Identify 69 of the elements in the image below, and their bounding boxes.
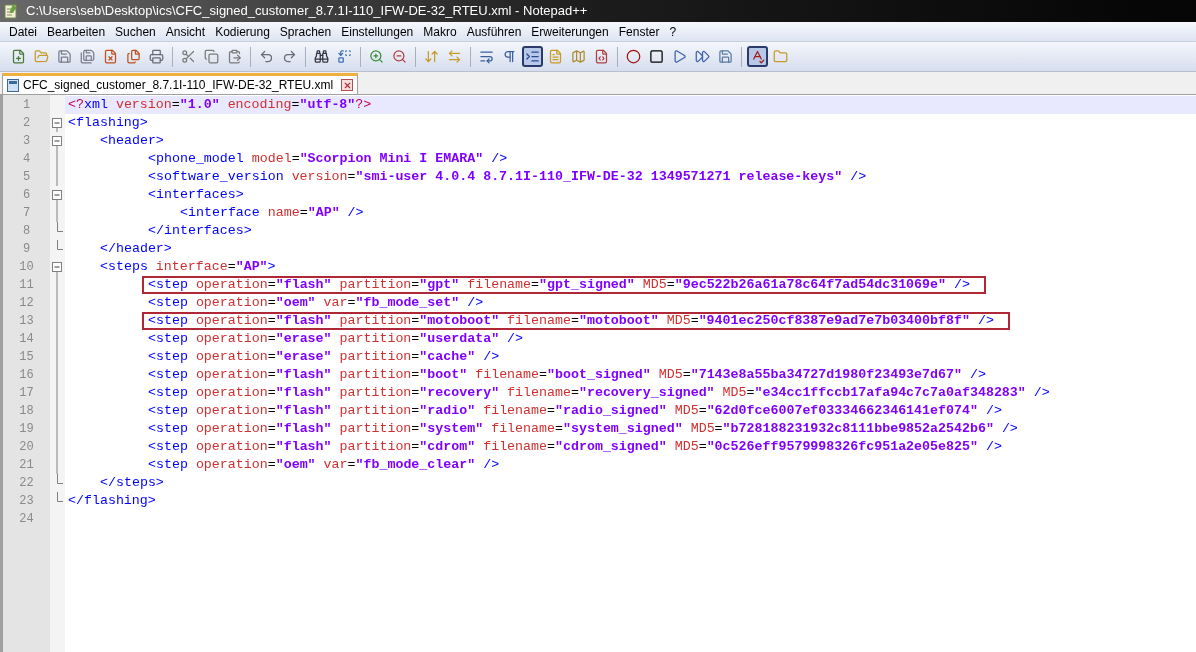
code-line: <interfaces> <box>147 186 245 204</box>
code-line: <step operation="flash" partition="boot" filename="boot_signed" MD5="7143e8a55ba34727d1980f23493e7d67" /> <box>147 366 987 384</box>
menu-item[interactable]: ? <box>664 22 682 41</box>
fold-end-line <box>56 240 63 250</box>
line-number: 20 <box>19 439 34 456</box>
menu-item[interactable]: Fenster <box>613 22 665 41</box>
close-icon[interactable] <box>341 79 354 91</box>
code-line: <step operation="erase" partition="cache" /> <box>147 348 501 366</box>
menu-item[interactable]: Kodierung <box>210 22 275 41</box>
code-line: <steps interface="AP"> <box>99 258 277 276</box>
menu-item[interactable]: Sprachen <box>274 22 337 41</box>
menu-item[interactable]: Makro <box>418 22 462 41</box>
notepad-icon <box>4 3 18 19</box>
line-number: 3 <box>22 133 31 150</box>
code-line: <step operation="oem" var="fb_mode_clear" /> <box>147 456 501 474</box>
line-number: 11 <box>19 277 34 294</box>
line-number: 8 <box>22 223 31 240</box>
code-line: <step operation="flash" partition="radio" filename="radio_signed" MD5="62d0fce6007ef03334662346141ef074" /> <box>147 402 1003 420</box>
code-line: </steps> <box>99 474 165 492</box>
menu-item[interactable]: Erweiterungen <box>526 22 614 41</box>
file-tab[interactable]: CFC_signed_customer_8.7.1I-110_IFW-DE-32_RTEU.xml <box>2 73 359 94</box>
menu-item[interactable]: Ansicht <box>160 22 211 41</box>
line-number: 1 <box>22 97 31 114</box>
code-line: <?xml version="1.0" encoding="utf-8"?> <box>67 96 373 114</box>
code-line: <step operation="flash" partition="recovery" filename="recovery_signed" MD5="e34cc1ffccb17afa94c7c7a0af348283" /> <box>147 384 1051 402</box>
fold-end-line <box>56 492 63 502</box>
line-number: 9 <box>22 241 31 258</box>
menu-item[interactable]: Bearbeiten <box>42 22 111 41</box>
line-number: 22 <box>19 475 34 492</box>
menu-item[interactable]: Datei <box>4 22 42 41</box>
code-line: <software_version version="smi-user 4.0.4 8.7.1I-110_IFW-DE-32 1349571271 release-keys" /> <box>147 168 868 186</box>
line-number: 18 <box>19 403 34 420</box>
window-title: C:\Users\seb\Desktop\ics\CFC_signed_customer_8.7.1I-110_IFW-DE-32_RTEU.xml - Notepad++ <box>26 2 588 21</box>
line-number: 17 <box>19 385 34 402</box>
code-line: <step operation="flash" partition="system" filename="system_signed" MD5="b728188231932c8111bbe9852a2542b6" /> <box>147 420 1019 438</box>
line-number: 19 <box>19 421 34 438</box>
line-number: 24 <box>19 511 34 528</box>
code-line: <step operation="flash" partition="cdrom" filename="cdrom_signed" MD5="0c526eff9579998326fc951a2e05e825" /> <box>147 438 1003 456</box>
line-number: 2 <box>22 115 31 132</box>
line-number: 23 <box>19 493 34 510</box>
code-line: <step operation="oem" var="fb_mode_set" /> <box>147 294 485 312</box>
line-number: 4 <box>22 151 31 168</box>
code-line: </header> <box>99 240 173 258</box>
code-line: <flashing> <box>67 114 149 132</box>
spellcheck-icon[interactable] <box>747 46 768 67</box>
indent-icon[interactable] <box>522 46 543 67</box>
code-line: <step operation="erase" partition="userdata" /> <box>147 330 525 348</box>
line-number: 14 <box>19 331 34 348</box>
code-line: <phone_model model="Scorpion Mini I EMARA" /> <box>147 150 509 168</box>
line-number: 12 <box>19 295 34 312</box>
line-number: 6 <box>22 187 31 204</box>
line-number: 15 <box>19 349 34 366</box>
menu-item[interactable]: Ausführen <box>461 22 527 41</box>
code-line: </interfaces> <box>147 222 253 240</box>
line-number: 10 <box>19 259 34 276</box>
line-number: 5 <box>22 169 31 186</box>
line-number: 7 <box>22 205 31 222</box>
menu-item[interactable]: Suchen <box>110 22 161 41</box>
line-number: 21 <box>19 457 34 474</box>
line-number: 16 <box>19 367 34 384</box>
code-line: <interface name="AP" /> <box>179 204 365 222</box>
tab-label: CFC_signed_customer_8.7.1I-110_IFW-DE-32_RTEU.xml <box>23 77 334 94</box>
code-line: </flashing> <box>67 492 157 510</box>
menu-item[interactable]: Einstellungen <box>336 22 419 41</box>
code-line: <header> <box>99 132 165 150</box>
line-number: 13 <box>19 313 34 330</box>
fold-end-line <box>56 222 63 232</box>
fold-end-line <box>56 474 63 484</box>
file-icon <box>7 78 19 92</box>
